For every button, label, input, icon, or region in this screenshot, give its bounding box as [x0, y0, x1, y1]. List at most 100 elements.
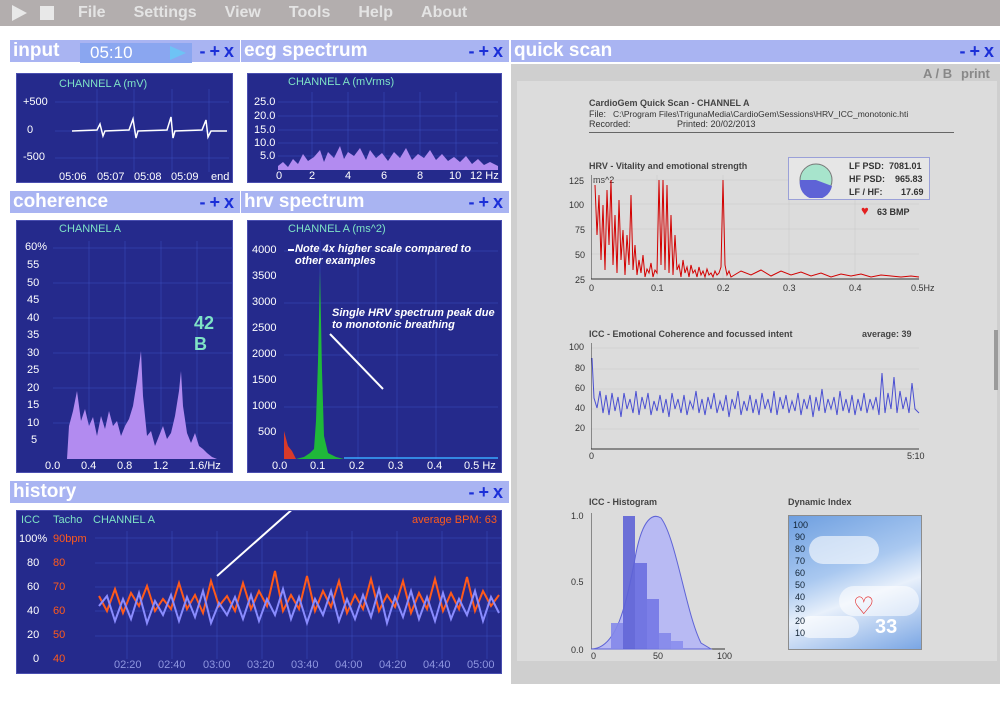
lf-value: 7081.01 — [889, 161, 922, 171]
quickscan-window-controls: - + x — [957, 40, 996, 62]
close-button[interactable]: x — [493, 481, 505, 503]
icc-report-y-tick: 80 — [575, 363, 586, 373]
menu-file[interactable]: File — [78, 4, 106, 22]
ecg-spectrum-bars — [278, 92, 498, 170]
coherence-x-tick: 0.8 — [117, 460, 133, 472]
histogram-title: ICC - Histogram — [589, 497, 658, 507]
close-button[interactable]: x — [493, 191, 505, 213]
input-y-tick: 0 — [27, 124, 34, 136]
minimize-button[interactable]: - — [199, 40, 207, 62]
maximize-button[interactable]: + — [209, 40, 222, 62]
dyn-tick: 90 — [795, 532, 806, 542]
icc-tick: 60 — [27, 581, 40, 593]
coherence-titlebar[interactable]: coherence - + x — [10, 191, 240, 213]
coherence-y-tick: 25 — [27, 364, 40, 376]
close-button[interactable]: x — [224, 40, 236, 62]
coherence-y-tick: 60% — [25, 241, 48, 253]
history-x-tick: 05:00 — [467, 659, 495, 671]
dyn-tick: 20 — [795, 616, 806, 626]
minimize-button[interactable]: - — [199, 191, 207, 213]
peak-annotation: Single HRV spectrum peak due to monotoni… — [332, 307, 495, 331]
icc-tick: 20 — [27, 629, 40, 641]
history-x-tick: 04:00 — [335, 659, 363, 671]
menu-help[interactable]: Help — [358, 4, 393, 22]
coherence-x-tick: 0.0 — [45, 460, 61, 472]
coherence-y-tick: 10 — [27, 417, 40, 429]
history-plot: ICC Tacho CHANNEL A average BPM: 63 100%… — [16, 510, 502, 674]
input-y-tick: -500 — [23, 151, 46, 163]
playback-timer[interactable]: 05:10 — [80, 43, 192, 63]
histogram-y-tick: 0.5 — [571, 577, 584, 587]
hrv-report-y-tick: 25 — [575, 275, 586, 285]
tacho-tick: 90bpm — [53, 533, 87, 545]
history-title: history — [13, 481, 77, 502]
stop-icon[interactable] — [38, 4, 56, 22]
icc-tick: 0 — [33, 653, 40, 665]
ecg-titlebar[interactable]: ecg spectrum - + x — [241, 40, 509, 62]
minimize-button[interactable]: - — [959, 40, 967, 62]
maximize-button[interactable]: + — [478, 191, 491, 213]
menu-about[interactable]: About — [421, 4, 467, 22]
input-titlebar[interactable]: input 05:10 - + x — [10, 40, 240, 63]
hrv-titlebar[interactable]: hrv spectrum - + x — [241, 191, 509, 213]
icc-tick: 40 — [27, 605, 40, 617]
coherence-y-tick: 45 — [27, 294, 40, 306]
lf-label: LF PSD: — [849, 161, 884, 171]
input-x-tick: 05:07 — [97, 171, 125, 183]
dynamic-heart-icon: ♡ — [853, 593, 875, 620]
heart-icon: ♥ — [861, 203, 869, 218]
coherence-y-tick: 15 — [27, 399, 40, 411]
maximize-button[interactable]: + — [478, 481, 491, 503]
history-titlebar[interactable]: history - + x — [10, 481, 509, 503]
play-icon[interactable] — [10, 4, 28, 22]
dynamic-index-gauge: ♡ 33 100 90 80 70 60 50 40 30 20 10 — [788, 515, 922, 650]
ecg-y-tick: 5.0 — [260, 150, 276, 162]
icc-tick: 80 — [27, 557, 40, 569]
histogram-x-tick: 0 — [591, 651, 597, 661]
ecg-x-tick: 0 — [276, 170, 283, 182]
coherence-x-tick: 0.4 — [81, 460, 97, 472]
tacho-tick: 40 — [53, 653, 66, 665]
close-button[interactable]: x — [224, 191, 236, 213]
close-button[interactable]: x — [984, 40, 996, 62]
lfhf-pie — [799, 163, 833, 198]
tacho-tick: 80 — [53, 557, 66, 569]
hrv-report-y-tick: 75 — [575, 225, 586, 235]
dyn-tick: 100 — [793, 520, 809, 530]
hrv-report-y-tick: 50 — [575, 250, 586, 260]
print-link[interactable]: print — [961, 66, 990, 81]
dyn-tick: 40 — [795, 592, 806, 602]
report-document: CardioGem Quick Scan - CHANNEL A File: C… — [517, 81, 997, 661]
hrv-y-tick: 500 — [258, 426, 277, 438]
ab-toggle[interactable]: A / B — [923, 66, 952, 81]
minimize-button[interactable]: - — [468, 40, 476, 62]
file-label: File: — [589, 109, 607, 119]
history-x-tick: 02:20 — [114, 659, 142, 671]
hrv-report-x-tick: 0.5Hz — [911, 283, 935, 293]
hrv-x-tick: 0.2 — [349, 460, 365, 472]
coherence-y-tick: 50 — [27, 277, 40, 289]
menu-tools[interactable]: Tools — [289, 4, 330, 22]
maximize-button[interactable]: + — [209, 191, 222, 213]
coherence-y-tick: 35 — [27, 329, 40, 341]
hrv-report-x-tick: 0.4 — [849, 283, 862, 293]
icc-report-y-tick: 60 — [575, 383, 586, 393]
quickscan-titlebar[interactable]: quick scan - + x — [511, 40, 1000, 62]
maximize-button[interactable]: + — [969, 40, 982, 62]
close-button[interactable]: x — [493, 40, 505, 62]
minimize-button[interactable]: - — [468, 191, 476, 213]
coherence-window-controls: - + x — [197, 191, 236, 213]
history-trends — [95, 511, 501, 659]
tacho-tick: 50 — [53, 629, 66, 641]
menu-settings[interactable]: Settings — [134, 4, 197, 22]
report-heading: CardioGem Quick Scan - CHANNEL A — [589, 98, 750, 108]
minimize-button[interactable]: - — [468, 481, 476, 503]
dyn-tick: 30 — [795, 604, 806, 614]
quickscan-scrollbar[interactable] — [994, 330, 998, 390]
coherence-y-tick: 40 — [27, 312, 40, 324]
input-x-tick: 05:09 — [171, 171, 199, 183]
menu-view[interactable]: View — [225, 4, 261, 22]
quickscan-title: quick scan — [514, 40, 613, 61]
maximize-button[interactable]: + — [478, 40, 491, 62]
input-x-tick: 05:06 — [59, 171, 87, 183]
